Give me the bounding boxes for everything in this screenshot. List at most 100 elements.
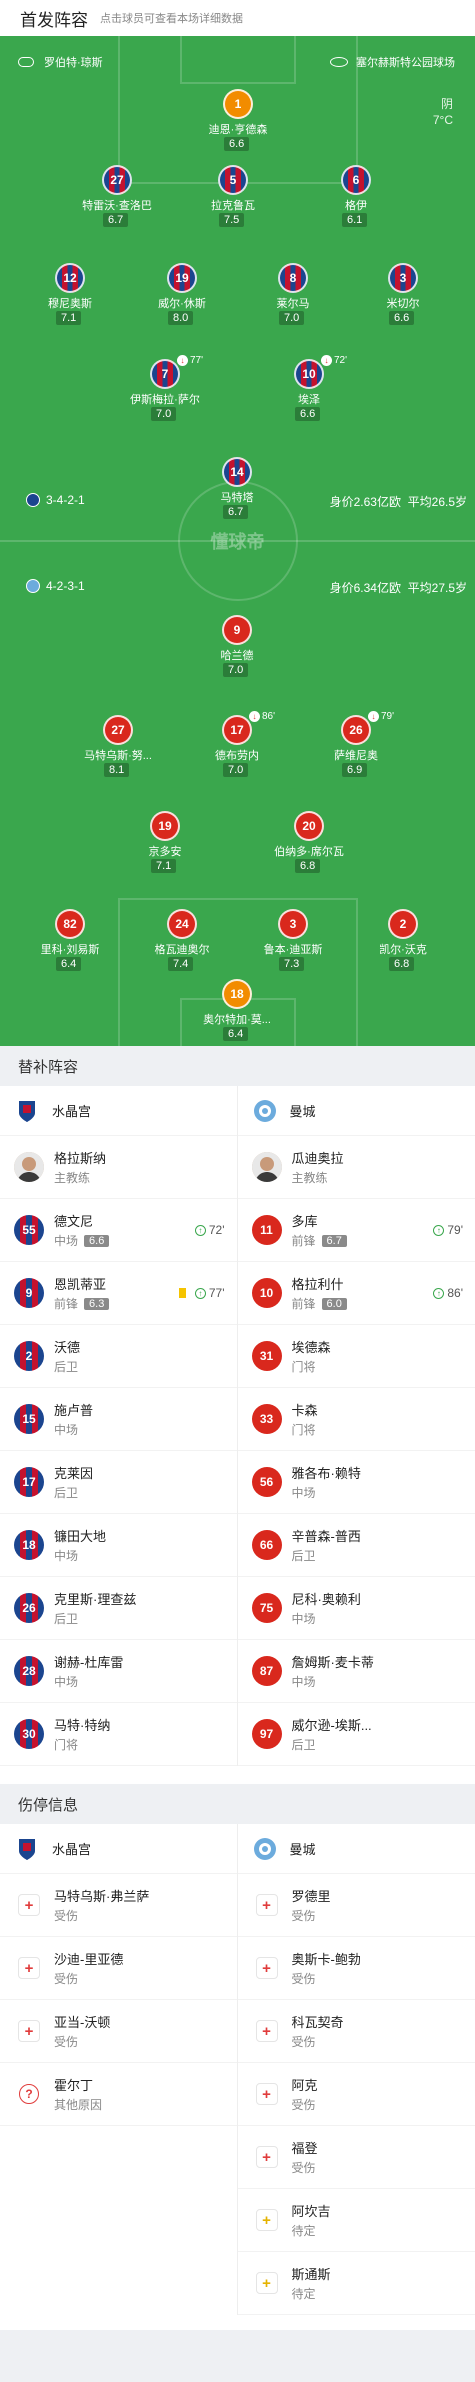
player-rating: 7.0 xyxy=(279,311,305,325)
away-subs: 曼城 瓜迪奥拉 主教练 11 多库 前锋 6.7 ↑ 79' 10 格拉利什 前锋 6.0 ↑ 86' 31… xyxy=(237,1086,475,1766)
sub-player-row[interactable]: 55 德文尼 中场 6.6 ↑ 72' xyxy=(0,1199,237,1262)
player-name: 克莱因 xyxy=(54,1466,94,1481)
injury-row[interactable]: + 奥斯卡-鲍勃 受伤 xyxy=(237,1937,475,2000)
player-position: 后卫 xyxy=(291,1549,316,1563)
injury-row[interactable]: + 马特乌斯·弗兰萨 受伤 xyxy=(0,1874,237,1937)
player-number-badge: 9 xyxy=(222,615,252,645)
player-position: 后卫 xyxy=(54,1486,79,1500)
away-team-name: 曼城 xyxy=(289,1842,316,1857)
weather: 阴 7°C xyxy=(433,96,453,128)
player-number-badge: 3 xyxy=(278,909,308,939)
player-position: 中场 xyxy=(54,1423,79,1437)
player-number-badge: 2 xyxy=(388,909,418,939)
crystal-palace-logo-icon xyxy=(14,1836,40,1862)
injury-row[interactable]: + 福登 受伤 xyxy=(237,2126,475,2189)
weather-desc: 阴 xyxy=(440,97,453,111)
player-name: 尼科·奥赖利 xyxy=(291,1592,361,1607)
sub-player-row[interactable]: 56 雅各布·赖特 中场 xyxy=(237,1451,475,1514)
player-number-badge: 14 xyxy=(222,457,252,487)
sub-player-row[interactable]: 33 卡森 门将 xyxy=(237,1388,475,1451)
player-name: 马特乌斯·弗兰萨 xyxy=(54,1889,150,1904)
sub-minute: 79' xyxy=(447,1223,463,1237)
sub-player-row[interactable]: 30 马特·特纳 门将 xyxy=(0,1703,237,1766)
player-number-badge: 56 xyxy=(251,1467,282,1497)
injury-row[interactable]: + 科瓦契奇 受伤 xyxy=(237,2000,475,2063)
player-position: 门将 xyxy=(291,1360,316,1374)
sub-player-row[interactable]: 26 克里斯·理查兹 后卫 xyxy=(0,1577,237,1640)
injury-row[interactable]: ? 霍尔丁 其他原因 xyxy=(0,2063,237,2126)
player-rating: 7.0 xyxy=(223,763,249,777)
injury-row[interactable]: + 亚当-沃顿 受伤 xyxy=(0,2000,237,2063)
man-city-logo-icon xyxy=(26,579,40,593)
man-city-logo-icon xyxy=(252,1836,278,1862)
sub-player-row[interactable]: 31 埃德森 门将 xyxy=(237,1325,475,1388)
player-number-badge: 10 xyxy=(251,1278,282,1308)
sub-player-row[interactable]: 11 多库 前锋 6.7 ↑ 79' xyxy=(237,1199,475,1262)
sub-on-marker: ↑ 77' xyxy=(178,1286,225,1300)
injury-reason: 其他原因 xyxy=(54,2098,103,2112)
sub-player-row[interactable]: 格拉斯纳 主教练 xyxy=(0,1136,237,1199)
player-number-badge: 12 xyxy=(55,263,85,293)
sub-player-row[interactable]: 9 恩凯蒂亚 前锋 6.3 ↑ 77' xyxy=(0,1262,237,1325)
injury-row[interactable]: + 罗德里 受伤 xyxy=(237,1874,475,1937)
player-position: 后卫 xyxy=(54,1612,79,1626)
doubtful-cross-icon: + xyxy=(255,2209,278,2231)
player-name: 斯通斯 xyxy=(291,2267,331,2282)
home-formation-label: 3-4-2-1 xyxy=(46,493,85,507)
player-name: 马特塔 xyxy=(220,492,254,504)
sub-player-row[interactable]: 18 镰田大地 中场 xyxy=(0,1514,237,1577)
home-team-name: 水晶宫 xyxy=(52,1842,92,1857)
sub-player-row[interactable]: 97 威尔逊-埃斯... 后卫 xyxy=(237,1703,475,1766)
sub-player-row[interactable]: 66 辛普森-普西 后卫 xyxy=(237,1514,475,1577)
home-injuries: 水晶宫 + 马特乌斯·弗兰萨 受伤 + 沙迪-里亚德 受伤 + 亚当-沃顿 受伤? 霍尔丁 其他原因 xyxy=(0,1824,238,2315)
home-stats: 身价2.63亿欧 平均26.5岁 xyxy=(330,493,467,510)
injury-row[interactable]: + 阿克 受伤 xyxy=(237,2063,475,2126)
away-injuries: 曼城 + 罗德里 受伤 + 奥斯卡-鲍勃 受伤 + 科瓦契奇 受伤 + 阿克 受伤 + 福登受伤 + 阿坎吉待… xyxy=(237,1824,475,2315)
player-rating: 8.1 xyxy=(104,763,130,777)
sub-player-row[interactable]: 15 施卢普 中场 xyxy=(0,1388,237,1451)
sub-minute: 72' xyxy=(208,1223,225,1237)
stadium-name: 塞尔赫斯特公园球场 xyxy=(356,57,455,69)
sub-player-row[interactable]: 17 克莱因 后卫 xyxy=(0,1451,237,1514)
sub-off-marker: ↓ 72' xyxy=(321,355,347,366)
away-team-row: 曼城 xyxy=(237,1086,475,1136)
player-name: 穆尼奥斯 xyxy=(48,298,92,310)
player-name: 恩凯蒂亚 xyxy=(54,1277,107,1292)
player-name: 卡森 xyxy=(291,1403,318,1418)
sub-player-row[interactable]: 75 尼科·奥赖利 中场 xyxy=(237,1577,475,1640)
coach-avatar xyxy=(251,1152,282,1182)
question-icon: ? xyxy=(18,2083,40,2105)
player-position: 中场 xyxy=(291,1675,316,1689)
player-number-badge: 18 xyxy=(14,1530,44,1560)
sub-minute: 86' xyxy=(262,711,276,722)
player-name: 格伊 xyxy=(345,200,367,212)
player-position: 主教练 xyxy=(54,1171,91,1185)
injury-row[interactable]: + 阿坎吉 待定 xyxy=(237,2189,475,2252)
player-name: 德文尼 xyxy=(54,1214,94,1229)
player-number-badge: 26 xyxy=(341,715,371,745)
watermark: 懂球帝 xyxy=(210,532,265,552)
injury-reason: 受伤 xyxy=(291,2161,316,2175)
sub-off-icon: ↓ xyxy=(321,355,332,366)
sub-player-row[interactable]: 2 沃德 后卫 xyxy=(0,1325,237,1388)
sub-player-row[interactable]: 10 格拉利什 前锋 6.0 ↑ 86' xyxy=(237,1262,475,1325)
player-number-badge: 5 xyxy=(218,165,248,195)
away-stats: 身价6.34亿欧 平均27.5岁 xyxy=(330,579,467,596)
player-name: 凯尔·沃克 xyxy=(379,944,427,956)
player-number-badge: 87 xyxy=(251,1656,282,1686)
player-rating: 6.8 xyxy=(389,957,415,971)
player-name: 阿克 xyxy=(291,2078,318,2093)
sub-player-row[interactable]: 28 谢赫-杜库雷 中场 xyxy=(0,1640,237,1703)
coach-avatar xyxy=(14,1152,44,1182)
player-name: 沃德 xyxy=(54,1340,81,1355)
player-name: 福登 xyxy=(291,2141,318,2156)
sub-player-row[interactable]: 87 詹姆斯·麦卡蒂 中场 xyxy=(237,1640,475,1703)
injury-row[interactable]: + 沙迪-里亚德 受伤 xyxy=(0,1937,237,2000)
player-name: 科瓦契奇 xyxy=(291,2015,344,2030)
player-name: 施卢普 xyxy=(54,1403,94,1418)
player-name: 莱尔马 xyxy=(276,298,310,310)
player-position: 前锋 xyxy=(54,1297,79,1311)
player-name: 伯纳多·席尔瓦 xyxy=(274,846,344,858)
sub-player-row[interactable]: 瓜迪奥拉 主教练 xyxy=(237,1136,475,1199)
injury-row[interactable]: + 斯通斯 待定 xyxy=(237,2252,475,2315)
